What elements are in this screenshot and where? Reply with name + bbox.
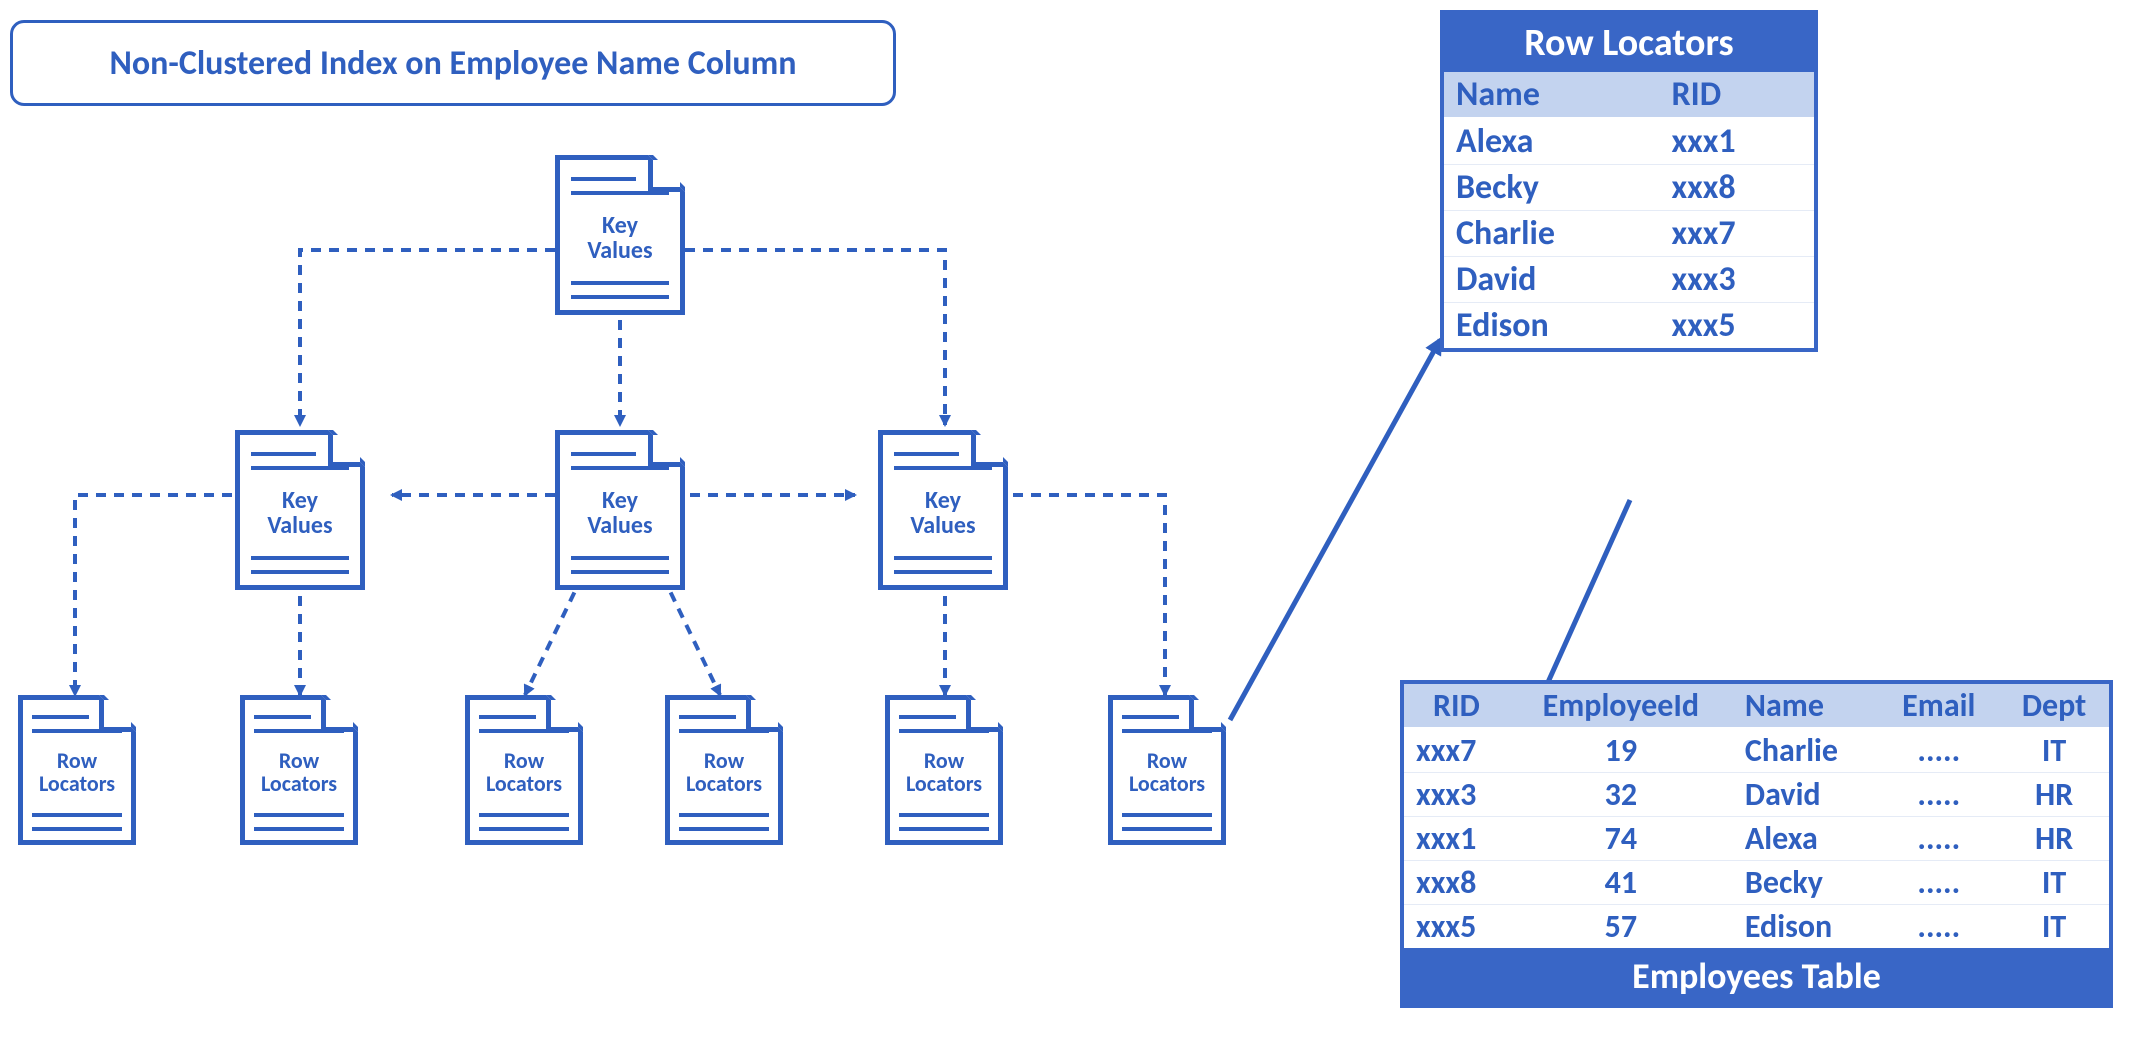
table-row: David xxx3: [1444, 257, 1814, 303]
column-header: RID: [1404, 684, 1509, 728]
table-header-row: RID EmployeeId Name Email Dept: [1404, 684, 2109, 728]
table-row: Becky xxx8: [1444, 165, 1814, 211]
cell-dept: IT: [1999, 728, 2109, 773]
cell-dept: HR: [1999, 817, 2109, 861]
node-label: Row Locators: [240, 749, 358, 795]
cell-name: Charlie: [1444, 211, 1660, 257]
cell-email: .....: [1878, 817, 1999, 861]
cell-rid: xxx5: [1660, 303, 1814, 349]
tree-mid-node: Key Values: [235, 430, 365, 590]
column-header: RID: [1660, 72, 1814, 118]
diagram-title-text: Non-Clustered Index on Employee Name Col…: [110, 43, 797, 84]
node-label: Row Locators: [1108, 749, 1226, 795]
cell-email: .....: [1878, 773, 1999, 817]
employees-table: RID EmployeeId Name Email Dept xxx7 19 C…: [1400, 680, 2113, 1008]
cell-dept: IT: [1999, 861, 2109, 905]
tree-leaf-node: Row Locators: [665, 695, 783, 845]
cell-email: .....: [1878, 861, 1999, 905]
table-title: Employees Table: [1404, 948, 2109, 1004]
cell-rid: xxx1: [1404, 817, 1509, 861]
column-header: Dept: [1999, 684, 2109, 728]
tree-leaf-node: Row Locators: [885, 695, 1003, 845]
node-label: Row Locators: [885, 749, 1003, 795]
cell-rid: xxx8: [1660, 165, 1814, 211]
column-header: Name: [1733, 684, 1879, 728]
table-row: xxx7 19 Charlie ..... IT: [1404, 728, 2109, 773]
cell-email: .....: [1878, 905, 1999, 949]
table-title: Row Locators: [1444, 14, 1814, 72]
cell-rid: xxx7: [1660, 211, 1814, 257]
column-header: Name: [1444, 72, 1660, 118]
diagram-title: Non-Clustered Index on Employee Name Col…: [10, 20, 896, 106]
cell-name: Edison: [1733, 905, 1879, 949]
cell-empid: 32: [1509, 773, 1733, 817]
tree-mid-node: Key Values: [555, 430, 685, 590]
cell-name: Charlie: [1733, 728, 1879, 773]
table-row: xxx8 41 Becky ..... IT: [1404, 861, 2109, 905]
row-locators-table: Row Locators Name RID Alexa xxx1 Becky x…: [1440, 10, 1818, 352]
cell-rid: xxx8: [1404, 861, 1509, 905]
table-header-row: Name RID: [1444, 72, 1814, 118]
table-row: xxx1 74 Alexa ..... HR: [1404, 817, 2109, 861]
node-label: Key Values: [555, 213, 685, 263]
cell-name: Alexa: [1733, 817, 1879, 861]
cell-empid: 19: [1509, 728, 1733, 773]
cell-dept: HR: [1999, 773, 2109, 817]
cell-name: Edison: [1444, 303, 1660, 349]
tree-root-node: Key Values: [555, 155, 685, 315]
node-label: Row Locators: [465, 749, 583, 795]
table-row: Charlie xxx7: [1444, 211, 1814, 257]
cell-email: .....: [1878, 728, 1999, 773]
tree-leaf-node: Row Locators: [18, 695, 136, 845]
cell-rid: xxx5: [1404, 905, 1509, 949]
cell-rid: xxx1: [1660, 118, 1814, 165]
tree-leaf-node: Row Locators: [465, 695, 583, 845]
node-label: Key Values: [555, 488, 685, 538]
cell-rid: xxx3: [1660, 257, 1814, 303]
cell-empid: 74: [1509, 817, 1733, 861]
cell-rid: xxx7: [1404, 728, 1509, 773]
cell-empid: 57: [1509, 905, 1733, 949]
cell-name: Becky: [1733, 861, 1879, 905]
table-row: Edison xxx5: [1444, 303, 1814, 349]
table-row: Alexa xxx1: [1444, 118, 1814, 165]
node-label: Row Locators: [18, 749, 136, 795]
cell-empid: 41: [1509, 861, 1733, 905]
cell-name: David: [1444, 257, 1660, 303]
cell-name: Becky: [1444, 165, 1660, 211]
column-header: Email: [1878, 684, 1999, 728]
cell-name: Alexa: [1444, 118, 1660, 165]
node-label: Key Values: [878, 488, 1008, 538]
tree-leaf-node: Row Locators: [240, 695, 358, 845]
cell-name: David: [1733, 773, 1879, 817]
node-label: Key Values: [235, 488, 365, 538]
tree-mid-node: Key Values: [878, 430, 1008, 590]
column-header: EmployeeId: [1509, 684, 1733, 728]
node-label: Row Locators: [665, 749, 783, 795]
table-row: xxx3 32 David ..... HR: [1404, 773, 2109, 817]
cell-rid: xxx3: [1404, 773, 1509, 817]
cell-dept: IT: [1999, 905, 2109, 949]
table-row: xxx5 57 Edison ..... IT: [1404, 905, 2109, 949]
tree-leaf-node: Row Locators: [1108, 695, 1226, 845]
